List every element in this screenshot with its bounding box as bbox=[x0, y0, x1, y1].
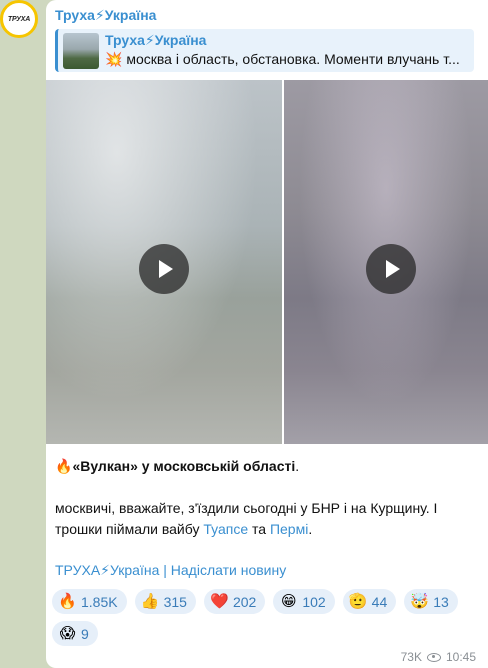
message-connector: та bbox=[248, 521, 270, 537]
reaction-count: 44 bbox=[371, 593, 388, 610]
avatar-label: ТРУХА bbox=[7, 15, 31, 23]
reaction-count: 13 bbox=[433, 593, 449, 610]
grin-icon: 😁 bbox=[280, 592, 297, 610]
fire-icon: 🔥 bbox=[55, 458, 73, 474]
forwarded-text: 💥 москва і область, обстановка. Моменти … bbox=[105, 51, 460, 67]
message-time: 10:45 bbox=[445, 650, 476, 664]
reaction-salute[interactable]: 🫡 44 bbox=[342, 589, 397, 614]
thumbs-up-icon: 👍 bbox=[140, 592, 160, 610]
reaction-count: 9 bbox=[81, 625, 89, 642]
reaction-mind-blown[interactable]: 🤯 13 bbox=[404, 589, 458, 614]
heart-icon: ❤️ bbox=[210, 592, 229, 610]
reaction-count: 102 bbox=[302, 593, 326, 610]
hashtag-link-tuapse[interactable]: Туапсе bbox=[203, 521, 248, 537]
video-thumbnail-2[interactable] bbox=[284, 80, 488, 444]
submit-news-link[interactable]: ТРУХА⚡Україна | Надіслати новину bbox=[55, 562, 286, 579]
reaction-fire[interactable]: 🔥 1.85K bbox=[52, 589, 127, 614]
message-bubble: Труха⚡Україна Труха⚡Україна 💥 москва і о… bbox=[46, 0, 488, 668]
channel-avatar[interactable]: ТРУХА bbox=[0, 0, 38, 38]
play-icon bbox=[159, 260, 173, 278]
reaction-count: 315 bbox=[163, 593, 187, 610]
forwarded-title: Труха⚡Україна bbox=[105, 32, 207, 48]
eye-icon bbox=[426, 652, 441, 662]
message-line-2: москвичі, вважайте, з'їздили сьогодні у … bbox=[55, 498, 475, 540]
channel-name[interactable]: Труха⚡Україна bbox=[55, 7, 156, 24]
mind-blown-icon: 🤯 bbox=[410, 592, 430, 610]
reaction-count: 1.85K bbox=[81, 593, 118, 610]
reaction-heart[interactable]: ❤️ 202 bbox=[203, 589, 266, 614]
message-punct: . bbox=[308, 521, 313, 537]
reaction-scream[interactable]: 😱 9 bbox=[52, 621, 98, 646]
reaction-grin[interactable]: 😁 102 bbox=[273, 589, 335, 614]
reaction-thumbs-up[interactable]: 👍 315 bbox=[134, 589, 196, 614]
salute-icon: 🫡 bbox=[348, 592, 368, 610]
forwarded-preview[interactable]: Труха⚡Україна 💥 москва і область, обстан… bbox=[55, 29, 474, 72]
play-button[interactable] bbox=[139, 244, 189, 294]
scream-icon: 😱 bbox=[59, 624, 76, 642]
play-button[interactable] bbox=[366, 244, 416, 294]
message-text: 🔥«Вулкан» у московській області. москвич… bbox=[55, 456, 475, 540]
reaction-count: 202 bbox=[232, 593, 257, 610]
message-headline: «Вулкан» у московській області bbox=[72, 458, 296, 474]
message-meta: 73K 10:45 bbox=[401, 650, 476, 664]
views-count: 73K bbox=[400, 650, 422, 664]
fire-icon: 🔥 bbox=[58, 592, 77, 610]
play-icon bbox=[386, 260, 400, 278]
message-punct: . bbox=[295, 458, 300, 474]
reactions-bar: 🔥 1.85K 👍 315 ❤️ 202 😁 102 🫡 44 🤯 13 😱 9 bbox=[52, 589, 482, 646]
hashtag-link-perm[interactable]: Пермі bbox=[270, 521, 308, 537]
video-thumbnail-1[interactable] bbox=[46, 80, 282, 444]
forwarded-thumbnail bbox=[63, 33, 99, 69]
message-line-1: 🔥«Вулкан» у московській області. bbox=[55, 456, 475, 477]
